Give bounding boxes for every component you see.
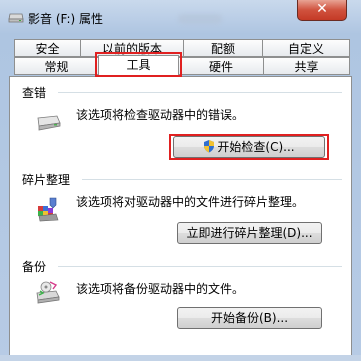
tab-sharing[interactable]: 共享 — [263, 57, 350, 75]
drive-icon — [8, 13, 24, 23]
tab-hardware[interactable]: 硬件 — [178, 57, 264, 75]
properties-window: 影音 (F:) 属性 ✕ 安全 以前的版本 配额 自定义 常规 硬件 共享 工具… — [0, 0, 361, 361]
tools-tab-highlight — [95, 52, 182, 77]
error-check-title: 查错 — [22, 86, 47, 100]
window-title: 影音 (F:) 属性 — [28, 12, 104, 26]
tab-customize[interactable]: 自定义 — [262, 39, 350, 57]
blurred-watermark — [178, 14, 222, 24]
hard-drive-icon — [37, 115, 61, 131]
defrag-title: 碎片整理 — [22, 173, 71, 187]
start-backup-button[interactable]: 开始备份(B)... — [177, 307, 322, 329]
defrag-icon — [38, 197, 59, 222]
section-divider — [82, 179, 342, 180]
title-bar[interactable]: 影音 (F:) 属性 ✕ — [0, 0, 361, 34]
tab-quota[interactable]: 配额 — [183, 39, 263, 57]
backup-title: 备份 — [22, 260, 47, 274]
tab-security[interactable]: 安全 — [14, 39, 81, 57]
defrag-now-button[interactable]: 立即进行碎片整理(D)... — [177, 222, 322, 244]
backup-icon — [36, 281, 60, 304]
close-button[interactable]: ✕ — [297, 0, 347, 21]
section-divider — [58, 266, 342, 267]
start-check-highlight — [169, 134, 329, 160]
error-check-description: 该选项将检查驱动器中的错误。 — [76, 108, 245, 122]
section-divider — [58, 92, 342, 93]
backup-description: 该选项将备份驱动器中的文件。 — [76, 282, 245, 296]
defrag-description: 该选项将对驱动器中的文件进行碎片整理。 — [76, 195, 305, 209]
tab-general[interactable]: 常规 — [14, 57, 99, 75]
window-bottom-border — [0, 355, 361, 361]
